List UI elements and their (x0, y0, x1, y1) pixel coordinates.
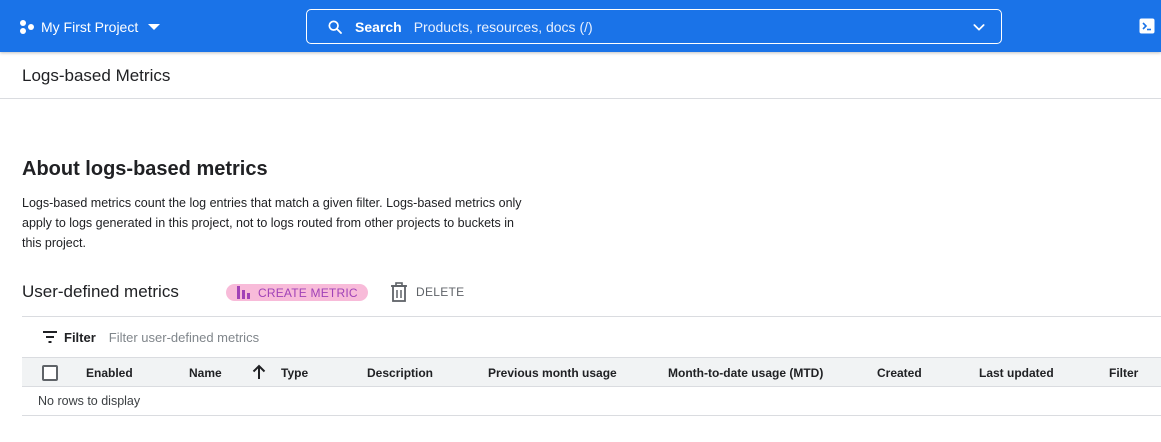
column-header-type[interactable]: Type (281, 366, 308, 380)
delete-label: DELETE (416, 285, 465, 299)
select-all-checkbox[interactable] (42, 365, 58, 381)
create-metric-label: CREATE METRIC (258, 285, 358, 300)
column-header-name[interactable]: Name (189, 366, 222, 380)
column-header-description[interactable]: Description (367, 366, 433, 380)
search-placeholder[interactable]: Products, resources, docs (/) (414, 19, 971, 35)
about-heading: About logs-based metrics (22, 158, 268, 180)
project-name: My First Project (41, 19, 139, 35)
project-picker[interactable]: My First Project (20, 14, 161, 40)
column-header-last-updated[interactable]: Last updated (979, 366, 1054, 380)
column-header-mtd-usage[interactable]: Month-to-date usage (MTD) (668, 366, 823, 380)
bar-chart-icon (237, 286, 250, 299)
chevron-down-icon[interactable] (971, 19, 987, 35)
column-header-created[interactable]: Created (877, 366, 922, 380)
filter-icon[interactable] (42, 330, 58, 344)
column-header-previous-month-usage[interactable]: Previous month usage (488, 366, 617, 380)
table-header-row: Enabled Name Type Description Previous m… (22, 357, 1161, 387)
trash-icon (391, 282, 407, 302)
top-app-bar: My First Project Search Products, resour… (0, 0, 1161, 52)
user-defined-metrics-heading: User-defined metrics (22, 282, 179, 301)
filter-label[interactable]: Filter (64, 330, 96, 345)
column-header-filter[interactable]: Filter (1109, 366, 1138, 380)
empty-table-message: No rows to display (38, 394, 141, 408)
search-icon (328, 19, 342, 34)
page-title: Logs-based Metrics (22, 66, 171, 85)
caret-down-icon (148, 24, 161, 30)
filter-input[interactable] (108, 329, 509, 345)
project-dots-icon (20, 19, 35, 35)
column-header-enabled[interactable]: Enabled (86, 366, 133, 380)
filter-bar: Filter (22, 316, 1161, 357)
table-empty-row: No rows to display (22, 387, 1161, 416)
cloud-shell-icon[interactable] (1139, 18, 1155, 34)
search-label: Search (355, 18, 402, 35)
page-header: Logs-based Metrics (0, 52, 1161, 99)
arrow-up-icon[interactable] (252, 364, 266, 380)
about-description: Logs-based metrics count the log entries… (22, 196, 522, 250)
delete-button[interactable]: DELETE (390, 282, 464, 302)
create-metric-button[interactable]: CREATE METRIC (226, 284, 368, 301)
search-bar[interactable]: Search Products, resources, docs (/) (306, 9, 1002, 44)
